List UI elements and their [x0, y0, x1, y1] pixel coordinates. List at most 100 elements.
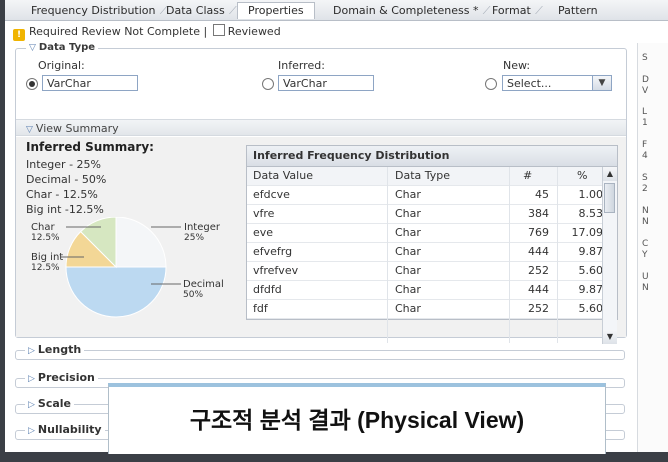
- table-row[interactable]: eve Char 769 17.09: [247, 224, 617, 243]
- detail-label: Y: [642, 250, 648, 260]
- cell-count: 252: [528, 302, 549, 315]
- cell-data-value: vfre: [253, 207, 275, 220]
- inferred-summary-title: Inferred Summary:: [26, 140, 154, 154]
- detail-label: F: [642, 140, 648, 150]
- pie-slice-decimal: [65, 266, 167, 318]
- cell-percent: 8.53: [578, 207, 604, 220]
- detail-label: 2: [642, 184, 648, 194]
- expand-triangle-icon: ▷: [28, 374, 35, 384]
- scroll-thumb[interactable]: [604, 183, 615, 213]
- view-summary-toggle[interactable]: ▽ View Summary: [16, 119, 626, 136]
- cell-count: 444: [528, 245, 549, 258]
- table-row[interactable]: efdcve Char 45 1.00: [247, 186, 617, 205]
- required-review-text: Required Review Not Complete |: [29, 25, 208, 38]
- scroll-down-icon[interactable]: ▼: [603, 330, 617, 344]
- pie-label-char: Char: [31, 222, 55, 233]
- cell-data-value: efdcve: [253, 188, 290, 201]
- tab-pattern[interactable]: Pattern: [558, 3, 598, 19]
- tab-format[interactable]: Format ⟋: [492, 3, 543, 19]
- cell-percent: 17.09: [571, 226, 604, 239]
- original-radio[interactable]: [26, 78, 38, 90]
- chevron-down-icon[interactable]: ▼: [592, 76, 611, 90]
- detail-label: D: [642, 75, 649, 85]
- summary-line: Integer - 25%: [26, 158, 101, 171]
- col-header-data-value[interactable]: Data Value: [253, 167, 313, 185]
- reviewed-checkbox[interactable]: [212, 24, 225, 36]
- cell-data-type: Char: [395, 207, 421, 220]
- col-header-count[interactable]: #: [523, 167, 555, 185]
- pie-slice-integer: [115, 217, 167, 268]
- table-row[interactable]: dfdfd Char 444 9.87: [247, 281, 617, 300]
- cell-count: 45: [535, 188, 549, 201]
- original-value-field[interactable]: VarChar: [42, 75, 138, 91]
- cell-count: 769: [528, 226, 549, 239]
- cell-data-type: Char: [395, 188, 421, 201]
- table-row[interactable]: fdf Char 252 5.60: [247, 300, 617, 319]
- cell-data-type: Char: [395, 245, 421, 258]
- data-type-legend[interactable]: ▽ Data Type: [26, 42, 99, 53]
- detail-label: U: [642, 272, 649, 282]
- detail-label: V: [642, 86, 649, 96]
- collapse-triangle-icon: ▽: [29, 43, 36, 53]
- col-header-data-type[interactable]: Data Type: [395, 167, 450, 185]
- pie-label-char-pct: 12.5%: [31, 233, 60, 243]
- table-scrollbar[interactable]: ▲ ▼: [602, 167, 617, 344]
- detail-label: S: [642, 173, 648, 183]
- cell-data-type: Char: [395, 302, 421, 315]
- tab-data-class[interactable]: Data Class ⟋: [166, 3, 237, 19]
- table-row[interactable]: vfre Char 384 8.53: [247, 205, 617, 224]
- type-pie-chart: Char 12.5% Big int 12.5% Integer 25% Dec…: [31, 217, 224, 318]
- cell-data-type: Char: [395, 283, 421, 296]
- cell-percent: 5.60: [578, 302, 604, 315]
- expand-triangle-icon: ▷: [28, 400, 35, 410]
- inferred-radio[interactable]: [262, 78, 274, 90]
- cell-count: 444: [528, 283, 549, 296]
- expand-triangle-icon: ▷: [28, 426, 35, 436]
- detail-label: C: [642, 239, 649, 249]
- pie-label-decimal: Decimal: [183, 279, 224, 290]
- pie-label-integer-pct: 25%: [184, 233, 204, 243]
- summary-line: Decimal - 50%: [26, 173, 107, 186]
- pie-label-decimal-pct: 50%: [183, 290, 203, 300]
- cell-data-type: Char: [395, 226, 421, 239]
- cell-percent: 9.87: [578, 283, 604, 296]
- slide-caption: 구조적 분석 결과 (Physical View): [108, 383, 606, 454]
- table-row[interactable]: vfrefvev Char 252 5.60: [247, 262, 617, 281]
- new-radio[interactable]: [485, 78, 497, 90]
- detail-label: S: [642, 53, 648, 63]
- table-row[interactable]: efvefrg Char 444 9.87: [247, 243, 617, 262]
- summary-line: Big int -12.5%: [26, 203, 104, 216]
- cell-data-value: fdf: [253, 302, 268, 315]
- tab-properties[interactable]: Properties: [237, 2, 315, 19]
- original-label: Original:: [38, 59, 85, 72]
- cell-data-value: efvefrg: [253, 245, 293, 258]
- pie-label-bigint: Big int: [31, 252, 63, 263]
- cell-data-type: Char: [395, 264, 421, 277]
- detail-label: N: [642, 206, 649, 216]
- summary-line: Char - 12.5%: [26, 188, 98, 201]
- tab-frequency-distribution[interactable]: Frequency Distribution ⟋: [31, 3, 168, 19]
- frequency-table: Inferred Frequency Distribution Data Val…: [246, 145, 618, 344]
- cell-count: 252: [528, 264, 549, 277]
- right-details-pane: SDVL1F4S2NNCYUN: [637, 43, 668, 452]
- detail-label: N: [642, 283, 649, 293]
- tab-domain-completeness[interactable]: Domain & Completeness * ⟋: [333, 3, 490, 19]
- inferred-value-field[interactable]: VarChar: [278, 75, 374, 91]
- detail-label: N: [642, 217, 649, 227]
- cell-data-value: vfrefvev: [253, 264, 299, 277]
- length-section[interactable]: ▷ Length: [15, 343, 625, 362]
- summary-panel: Inferred Summary: Integer - 25% Decimal …: [16, 137, 626, 344]
- new-type-select[interactable]: Select... ▼: [502, 75, 612, 91]
- tab-bar: Frequency Distribution ⟋ Data Class ⟋ Prop…: [5, 0, 668, 21]
- detail-label: 1: [642, 118, 648, 128]
- scroll-up-icon[interactable]: ▲: [603, 167, 617, 181]
- new-label: New:: [503, 59, 531, 72]
- table-header-row: Data Value Data Type # %: [247, 167, 617, 186]
- pie-label-bigint-pct: 12.5%: [31, 263, 60, 273]
- frequency-table-title: Inferred Frequency Distribution: [247, 146, 617, 167]
- cell-percent: 1.00: [578, 188, 604, 201]
- new-type-select-value: Select...: [507, 77, 552, 90]
- detail-label: L: [642, 107, 648, 117]
- expand-triangle-icon: ▷: [28, 346, 35, 356]
- data-type-section: ▽ Data Type Original: VarChar Inferred: V…: [15, 42, 627, 344]
